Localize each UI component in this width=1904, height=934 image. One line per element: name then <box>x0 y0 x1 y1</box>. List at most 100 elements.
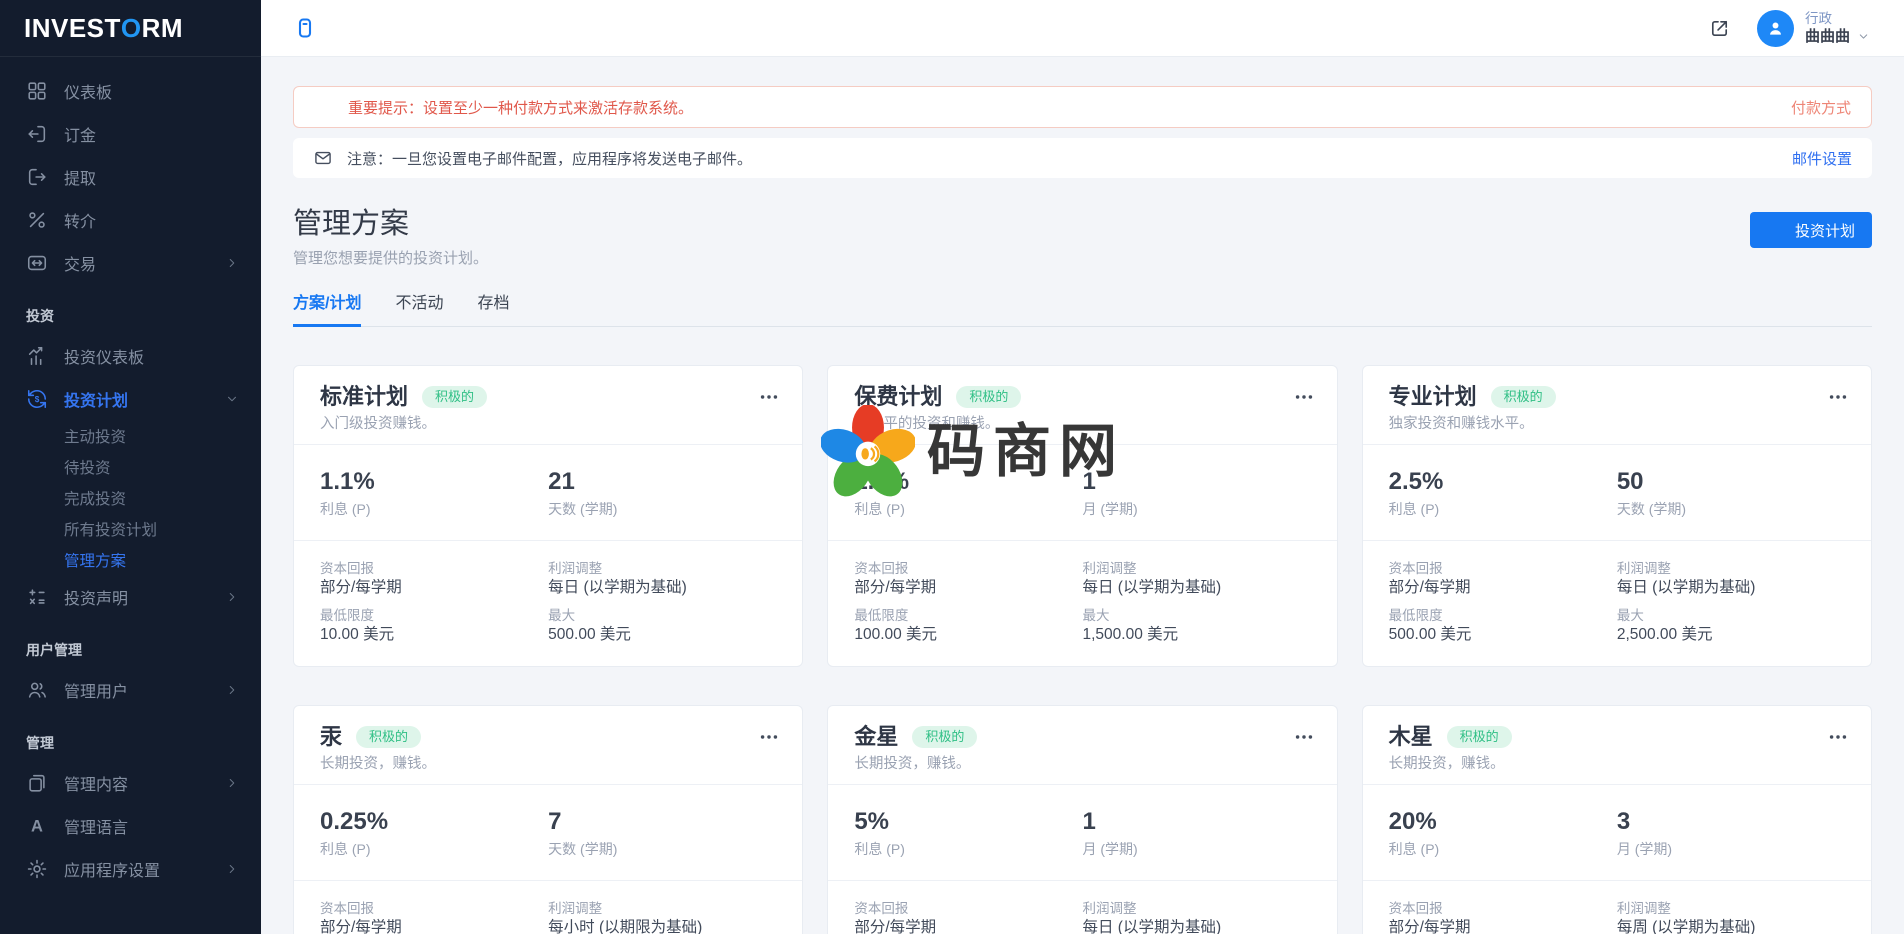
stat: 1.1%利息 (P) <box>320 468 548 517</box>
stat-value: 1 <box>1082 468 1310 496</box>
detail-label: 资本回报 <box>1389 561 1617 576</box>
plan-description: 长期投资，赚钱。 <box>1389 755 1845 773</box>
card-menu-button[interactable] <box>1293 386 1315 408</box>
detail-label: 利润调整 <box>548 901 776 916</box>
sidebar-item[interactable]: 订金 <box>0 112 261 155</box>
sidebar-item[interactable]: 投资仪表板 <box>0 334 261 377</box>
button-label: 投资计划 <box>1795 220 1855 241</box>
tab-item[interactable]: 不活动 <box>395 289 443 327</box>
sidebar-subitem[interactable]: 主动投资 <box>0 420 261 451</box>
sidebar-item[interactable]: 提取 <box>0 155 261 198</box>
sidebar-item[interactable]: 转介 <box>0 198 261 241</box>
stat: 7天数 (学期) <box>548 808 776 857</box>
plan-description: 入门级投资赚钱。 <box>320 415 776 433</box>
tab-item[interactable]: 存档 <box>477 289 509 327</box>
tab-active[interactable]: 方案/计划 <box>293 289 361 327</box>
sidebar-subitem[interactable]: 完成投资 <box>0 482 261 513</box>
stat-label: 月 (学期) <box>1617 841 1845 857</box>
user-role: 行政 <box>1805 11 1870 27</box>
detail-value: 部分/每学期 <box>854 919 1082 934</box>
alert-text: 注意：一旦您设置电子邮件配置，应用程序将发送电子邮件。 <box>347 148 752 169</box>
plan-stats: 2.5%利息 (P)50天数 (学期) <box>1363 444 1871 541</box>
detail-item: 最低限度500.00 美元 <box>1389 608 1617 644</box>
sidebar-item-label: 交易 <box>64 251 225 275</box>
detail-label: 最低限度 <box>320 608 548 623</box>
detail-value: 100.00 美元 <box>854 626 1082 644</box>
sidebar-item[interactable]: 管理用户 <box>0 668 261 711</box>
brand-text: RM <box>142 13 183 44</box>
statement-icon <box>26 586 48 608</box>
card-menu-button[interactable] <box>758 726 780 748</box>
sidebar-item[interactable]: 投资声明 <box>0 575 261 618</box>
plan-card-header: 专业计划积极的独家投资和赚钱水平。 <box>1363 366 1871 444</box>
sidebar-subitem[interactable]: 待投资 <box>0 451 261 482</box>
sidebar-subitem[interactable]: 管理方案 <box>0 544 261 575</box>
topbar-right: 行政 曲曲曲 <box>1708 10 1870 47</box>
plan-card: 木星积极的长期投资，赚钱。20%利息 (P)3月 (学期)资本回报部分/每学期利… <box>1362 705 1872 934</box>
brand-logo[interactable]: INVESTORM <box>0 0 261 57</box>
detail-value: 500.00 美元 <box>548 626 776 644</box>
chevron-right-icon <box>225 590 239 604</box>
email-settings-link[interactable]: 邮件设置 <box>1792 148 1852 169</box>
language-icon: A <box>26 815 48 837</box>
plan-stats: 1.5%利息 (P)1月 (学期) <box>828 444 1336 541</box>
detail-item: 资本回报部分/每学期 <box>320 901 548 934</box>
detail-item: 资本回报部分/每学期 <box>320 561 548 597</box>
stat-label: 利息 (P) <box>854 841 1082 857</box>
investment-plan-button[interactable]: 投资计划 <box>1750 212 1872 248</box>
card-menu-button[interactable] <box>1827 386 1849 408</box>
detail-value: 部分/每学期 <box>320 919 548 934</box>
detail-value: 每日 (以学期为基础) <box>1617 579 1845 597</box>
plan-details: 资本回报部分/每学期利润调整每日 (以学期为基础)最低限度500.00 美元最大… <box>1363 541 1871 666</box>
sidebar-item[interactable]: 仪表板 <box>0 69 261 112</box>
detail-label: 资本回报 <box>320 561 548 576</box>
sidebar-item[interactable]: 管理内容 <box>0 761 261 804</box>
stat-value: 21 <box>548 468 776 496</box>
chevron-right-icon <box>225 776 239 790</box>
avatar <box>1757 10 1794 47</box>
transactions-icon <box>26 252 48 274</box>
plan-details: 资本回报部分/每学期利润调整每日 (以学期为基础)最低限度100.00 美元最大… <box>828 541 1336 666</box>
detail-item: 最大1,500.00 美元 <box>1082 608 1310 644</box>
chevron-down-icon <box>1857 30 1870 43</box>
card-menu-button[interactable] <box>1827 726 1849 748</box>
stat-value: 20% <box>1389 808 1617 836</box>
sidebar-item[interactable]: A管理语言 <box>0 804 261 847</box>
external-link-icon[interactable] <box>1708 17 1731 40</box>
detail-item: 最低限度10.00 美元 <box>320 608 548 644</box>
card-menu-button[interactable] <box>758 386 780 408</box>
sidebar-subitem[interactable]: 所有投资计划 <box>0 513 261 544</box>
plan-stats: 1.1%利息 (P)21天数 (学期) <box>294 444 802 541</box>
payment-methods-link[interactable]: 付款方式 <box>1791 97 1851 118</box>
stat-label: 月 (学期) <box>1082 501 1310 517</box>
plan-card-header: 金星积极的长期投资，赚钱。 <box>828 706 1336 784</box>
sidebar-item-label: 提取 <box>64 165 239 189</box>
sidebar-toggle-icon[interactable] <box>293 16 317 40</box>
mail-icon <box>313 148 333 168</box>
stat-label: 利息 (P) <box>320 841 548 857</box>
main-panel: 行政 曲曲曲 重要提示：设置至少一种付款方式来激活存款系统。 付款方式 注意：一… <box>261 0 1904 934</box>
detail-value: 每周 (以学期为基础) <box>1617 919 1845 934</box>
plan-name: 标准计划 <box>320 383 408 410</box>
stat: 21天数 (学期) <box>548 468 776 517</box>
stat: 0.25%利息 (P) <box>320 808 548 857</box>
sidebar-item[interactable]: 交易 <box>0 241 261 284</box>
stat-label: 天数 (学期) <box>1617 501 1845 517</box>
detail-value: 部分/每学期 <box>1389 919 1617 934</box>
plan-card: 汞积极的长期投资，赚钱。0.25%利息 (P)7天数 (学期)资本回报部分/每学… <box>293 705 803 934</box>
detail-value: 部分/每学期 <box>854 579 1082 597</box>
detail-label: 利润调整 <box>1082 901 1310 916</box>
detail-item: 利润调整每日 (以学期为基础) <box>1617 561 1845 597</box>
detail-item: 最低限度100.00 美元 <box>854 608 1082 644</box>
detail-item: 最大500.00 美元 <box>548 608 776 644</box>
detail-item: 利润调整每日 (以学期为基础) <box>548 561 776 597</box>
detail-label: 最大 <box>1082 608 1310 623</box>
sidebar-item[interactable]: $投资计划 <box>0 377 261 420</box>
card-menu-button[interactable] <box>1293 726 1315 748</box>
detail-item: 资本回报部分/每学期 <box>854 561 1082 597</box>
plan-description: 独家投资和赚钱水平。 <box>1389 415 1845 433</box>
chevron-right-icon <box>225 256 239 270</box>
sidebar-item[interactable]: 应用程序设置 <box>0 847 261 890</box>
user-menu[interactable]: 行政 曲曲曲 <box>1757 10 1870 47</box>
plan-description: 长期投资，赚钱。 <box>854 755 1310 773</box>
